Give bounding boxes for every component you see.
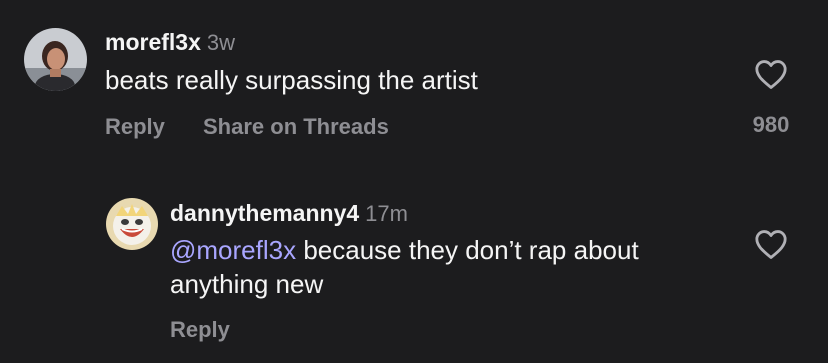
username[interactable]: morefl3x bbox=[105, 29, 201, 55]
profile-photo-icon bbox=[24, 28, 87, 91]
timestamp: 17m bbox=[365, 201, 408, 226]
timestamp: 3w bbox=[206, 30, 235, 55]
heart-icon bbox=[755, 230, 787, 259]
reply-button[interactable]: Reply bbox=[170, 317, 230, 343]
reply-header: dannythemanny4 17m bbox=[170, 200, 408, 227]
heart-icon bbox=[755, 60, 787, 89]
comment-header: morefl3x 3w bbox=[105, 29, 235, 56]
avatar[interactable] bbox=[24, 28, 87, 91]
comment-text: beats really surpassing the artist bbox=[105, 65, 478, 95]
like-button[interactable] bbox=[754, 58, 788, 90]
avatar[interactable] bbox=[106, 198, 158, 250]
like-button[interactable] bbox=[754, 228, 788, 260]
like-count: 980 bbox=[752, 112, 790, 137]
comment-text: @morefl3x because they don’t rap about a… bbox=[170, 235, 639, 299]
mention-link[interactable]: @morefl3x bbox=[170, 235, 296, 265]
profile-photo-icon bbox=[106, 198, 158, 250]
share-on-threads-button[interactable]: Share on Threads bbox=[203, 114, 389, 140]
username[interactable]: dannythemanny4 bbox=[170, 200, 359, 226]
reply-button[interactable]: Reply bbox=[105, 114, 165, 140]
